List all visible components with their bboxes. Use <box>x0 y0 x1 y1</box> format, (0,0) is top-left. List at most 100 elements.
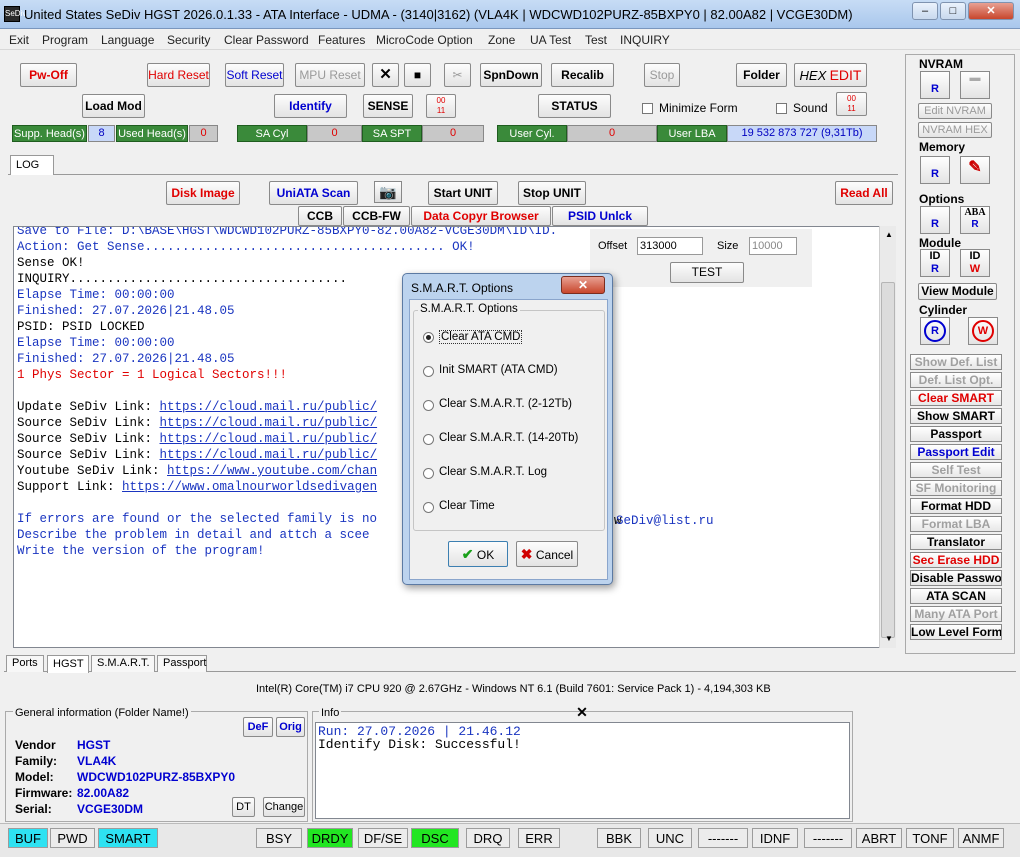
self-test-button[interactable]: Self Test <box>910 462 1002 478</box>
log-link[interactable]: https://cloud.mail.ru/public/ <box>160 448 378 462</box>
cylinder-read-icon[interactable]: R <box>920 317 950 345</box>
tab-smart[interactable]: S.M.A.R.T. <box>91 655 155 672</box>
memory-read-icon[interactable]: R <box>920 156 950 184</box>
menu-features[interactable]: Features <box>318 33 365 47</box>
radio-label[interactable]: Clear ATA CMD <box>439 330 523 344</box>
sound-checkbox[interactable] <box>776 103 787 114</box>
maximize-button[interactable]: □ <box>940 2 966 20</box>
format-hdd-button[interactable]: Format HDD <box>910 498 1002 514</box>
change-button[interactable]: Change <box>263 797 305 817</box>
nvram-write-icon[interactable]: ▬ <box>960 71 990 99</box>
identify-button[interactable]: Identify <box>274 94 347 118</box>
minimize-form-checkbox[interactable] <box>642 103 653 114</box>
start-unit-button[interactable]: Start UNIT <box>428 181 498 205</box>
radio-label[interactable]: Clear S.M.A.R.T. (14-20Tb) <box>439 432 578 444</box>
show-smart-button[interactable]: Show SMART <box>910 408 1002 424</box>
dialog-close-button[interactable]: ✕ <box>561 276 605 294</box>
disable-password-button[interactable]: Disable Password <box>910 570 1002 586</box>
test-button[interactable]: TEST <box>670 262 744 283</box>
nvram-hex-button[interactable]: NVRAM HEX <box>918 122 992 138</box>
scroll-thumb[interactable] <box>881 282 895 638</box>
edit-nvram-button[interactable]: Edit NVRAM <box>918 103 992 119</box>
translator-button[interactable]: Translator <box>910 534 1002 550</box>
options-read-icon[interactable]: R <box>920 206 950 234</box>
size-input[interactable]: 10000 <box>749 237 797 255</box>
aba-icon[interactable]: ABA R <box>960 206 990 234</box>
radio-init-smart-ata-cmd[interactable] <box>423 366 434 377</box>
tab-ports[interactable]: Ports <box>6 655 44 672</box>
tools-icon[interactable]: ✂ <box>444 63 471 87</box>
menu-ua-test[interactable]: UA Test <box>530 33 571 47</box>
offset-input[interactable]: 313000 <box>637 237 703 255</box>
stop-button[interactable]: Stop <box>644 63 680 87</box>
radio-clear-s-m-a-r-t-14-20tb[interactable] <box>423 434 434 445</box>
view-module-button[interactable]: View Module <box>918 283 997 300</box>
radio-clear-s-m-a-r-t-2-12tb[interactable] <box>423 400 434 411</box>
sec-erase-hdd-button[interactable]: Sec Erase HDD <box>910 552 1002 568</box>
data-copyr-browser-button[interactable]: Data Copyr Browser <box>411 206 551 226</box>
radio-clear-s-m-a-r-t-log[interactable] <box>423 468 434 479</box>
read-all-button[interactable]: Read All <box>835 181 893 205</box>
disk-image-button[interactable]: Disk Image <box>166 181 240 205</box>
clear-smart-button[interactable]: Clear SMART <box>910 390 1002 406</box>
scroll-up-icon[interactable]: ▲ <box>885 230 893 239</box>
tab-hgst[interactable]: HGST <box>47 655 89 673</box>
mpu-reset-button[interactable]: MPU Reset <box>295 63 365 87</box>
hard-reset-button[interactable]: Hard Reset <box>147 63 210 87</box>
menu-microcode-option[interactable]: MicroCode Option <box>376 33 473 47</box>
ata-scan-button[interactable]: ATA SCAN <box>910 588 1002 604</box>
stop-unit-button[interactable]: Stop UNIT <box>518 181 586 205</box>
info-text-area[interactable]: Run: 27.07.2026 | 21.46.12 Identify Disk… <box>315 722 850 819</box>
ccb-button[interactable]: CCB <box>298 206 342 226</box>
radio-clear-time[interactable] <box>423 502 434 513</box>
nvram-read-icon[interactable]: R <box>920 71 950 99</box>
passport-button[interactable]: Passport <box>910 426 1002 442</box>
psid-unlck-button[interactable]: PSID Unlck <box>552 206 648 226</box>
sf-monitoring-button[interactable]: SF Monitoring <box>910 480 1002 496</box>
info-close-icon[interactable]: ✕ <box>567 705 597 721</box>
many-ata-port-button[interactable]: Many ATA Port <box>910 606 1002 622</box>
soft-reset-button[interactable]: Soft Reset <box>225 63 284 87</box>
camera-icon[interactable]: 📷 <box>374 181 402 203</box>
load-mod-button[interactable]: Load Mod <box>82 94 145 118</box>
log-link[interactable]: https://cloud.mail.ru/public/ <box>160 432 378 446</box>
dt-button[interactable]: DT <box>232 797 255 817</box>
def-button[interactable]: DeF <box>243 717 273 737</box>
menu-program[interactable]: Program <box>42 33 88 47</box>
radio-label[interactable]: Clear S.M.A.R.T. Log <box>439 466 547 478</box>
spndown-button[interactable]: SpnDown <box>480 63 542 87</box>
menu-clear-password[interactable]: Clear Password <box>224 33 309 47</box>
cylinder-write-icon[interactable]: W <box>968 317 998 345</box>
hex-edit-button[interactable]: HEX EDIT <box>794 63 867 87</box>
module-write-icon[interactable]: ID W <box>960 249 990 277</box>
scroll-down-icon[interactable]: ▼ <box>885 634 893 643</box>
sound-counter-icon[interactable]: 00 11 <box>836 92 867 116</box>
counter-icon[interactable]: 00 11 <box>426 94 456 118</box>
minimize-button[interactable]: – <box>912 2 938 20</box>
menu-zone[interactable]: Zone <box>488 33 515 47</box>
log-link[interactable]: https://www.youtube.com/chan <box>167 464 377 478</box>
uniata-scan-button[interactable]: UniATA Scan <box>269 181 358 205</box>
menu-exit[interactable]: Exit <box>9 33 29 47</box>
log-link[interactable]: https://cloud.mail.ru/public/ <box>160 400 378 414</box>
recalib-button[interactable]: Recalib <box>551 63 614 87</box>
format-lba-button[interactable]: Format LBA <box>910 516 1002 532</box>
cancel-button[interactable]: ✖ Cancel <box>516 541 578 567</box>
menu-inquiry[interactable]: INQUIRY <box>620 33 670 47</box>
close-window-button[interactable]: ✕ <box>968 2 1014 20</box>
ok-button[interactable]: ✔ OK <box>448 541 508 567</box>
orig-button[interactable]: Orig <box>276 717 305 737</box>
low-level-format-button[interactable]: Low Level Format <box>910 624 1002 640</box>
log-link[interactable]: https://www.omalnourworldsedivagen <box>122 480 377 494</box>
show-def-list-button[interactable]: Show Def. List <box>910 354 1002 370</box>
folder-button[interactable]: Folder <box>736 63 787 87</box>
passport-edit-button[interactable]: Passport Edit <box>910 444 1002 460</box>
radio-label[interactable]: Init SMART (ATA CMD) <box>439 364 558 376</box>
memory-write-icon[interactable]: ✎ <box>960 156 990 184</box>
save-icon[interactable]: ■ <box>404 63 431 87</box>
module-read-icon[interactable]: ID R <box>920 249 950 277</box>
def-list-opt-button[interactable]: Def. List Opt. <box>910 372 1002 388</box>
close-icon[interactable]: ✕ <box>372 63 399 87</box>
ccb-fw-button[interactable]: CCB-FW <box>343 206 410 226</box>
menu-test[interactable]: Test <box>585 33 607 47</box>
